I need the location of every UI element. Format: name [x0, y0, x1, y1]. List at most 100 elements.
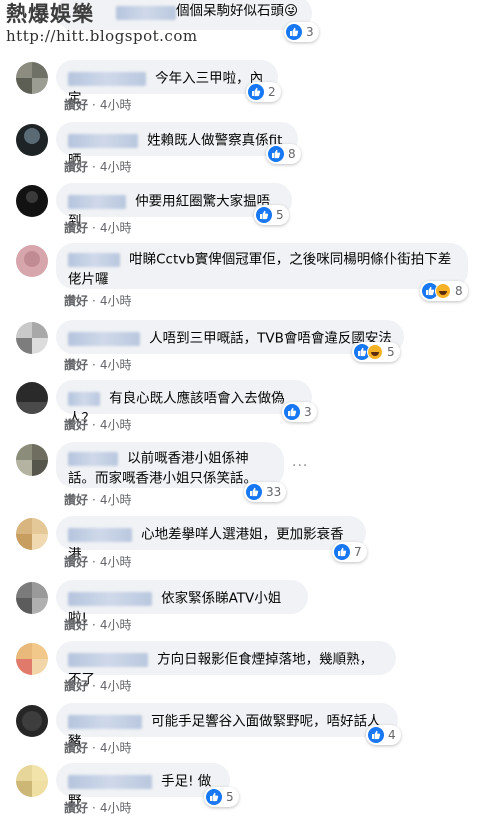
comment-text: 咁睇Cctvb實俾個冠軍佢，之後咪同楊明條仆街拍下差佬片囉 [68, 251, 452, 288]
comment-time[interactable]: 4小時 [100, 801, 132, 815]
comment-time[interactable]: 4小時 [100, 741, 132, 755]
comment-bubble: 有良心既人應該唔會入去做偽人？ [56, 380, 312, 426]
reaction-summary[interactable]: 8 [266, 144, 301, 164]
like-link[interactable]: 讚好 [64, 294, 88, 308]
commenter-name-blurred[interactable] [68, 591, 152, 606]
like-link[interactable]: 讚好 [64, 160, 88, 174]
comment-bubble: 個個呆駒好似石頭😜 [56, 0, 312, 30]
comment-time[interactable]: 4小時 [100, 618, 132, 632]
comment-actions: 讚好 · 4小時 [64, 493, 132, 507]
reaction-count: 5 [276, 208, 284, 222]
avatar[interactable] [16, 518, 48, 550]
like-icon [256, 207, 272, 223]
commenter-name-blurred[interactable] [68, 391, 100, 406]
comment-bubble: 以前嘅香港小姐係神話。而家嘅香港小姐只係笑話。 [56, 442, 284, 488]
reaction-summary[interactable]: 3 [284, 22, 319, 42]
avatar[interactable] [16, 382, 48, 414]
like-link[interactable]: 讚好 [64, 221, 88, 235]
commenter-name-blurred[interactable] [68, 133, 138, 148]
comment-actions: 讚好 · 4小時 [64, 618, 132, 632]
comment-time[interactable]: 4小時 [100, 555, 132, 569]
comment-actions: 讚好 · 4小時 [64, 160, 132, 174]
avatar[interactable] [16, 62, 48, 94]
comment-time[interactable]: 4小時 [100, 358, 132, 372]
like-link[interactable]: 讚好 [64, 801, 88, 815]
like-icon [248, 84, 264, 100]
avatar[interactable] [16, 643, 48, 675]
comment-bubble: 依家緊係睇ATV小姐啦! [56, 580, 308, 626]
more-options-icon[interactable]: ··· [292, 458, 308, 474]
reaction-count: 3 [306, 25, 314, 39]
avatar[interactable] [16, 185, 48, 217]
like-icon [334, 544, 350, 560]
comment-time[interactable]: 4小時 [100, 221, 132, 235]
reaction-summary[interactable]: 7 [332, 542, 367, 562]
reaction-summary[interactable]: 8 [420, 281, 468, 301]
haha-icon [435, 283, 451, 299]
comment-bubble: 方向日報影佢食煙掉落地，幾順熟，不了 [56, 641, 396, 687]
comment-time[interactable]: 4小時 [100, 98, 132, 112]
commenter-name-blurred[interactable] [68, 252, 120, 267]
comment-actions: 讚好 · 4小時 [64, 801, 132, 815]
like-icon [286, 24, 302, 40]
reaction-count: 8 [455, 284, 463, 298]
reaction-count: 5 [387, 345, 395, 359]
comment-actions: 讚好 · 4小時 [64, 418, 132, 432]
reaction-summary[interactable]: 5 [352, 342, 400, 362]
reaction-count: 3 [304, 405, 312, 419]
comment-time[interactable]: 4小時 [100, 160, 132, 174]
like-link[interactable]: 讚好 [64, 358, 88, 372]
haha-icon [367, 344, 383, 360]
reaction-summary[interactable]: 5 [204, 787, 239, 807]
commenter-name-blurred[interactable] [68, 527, 132, 542]
avatar[interactable] [16, 322, 48, 354]
like-link[interactable]: 讚好 [64, 555, 88, 569]
comment-bubble: 可能手足響谷入面做緊野呢，唔好話人豬 [56, 703, 398, 749]
reaction-summary[interactable]: 33 [244, 482, 287, 502]
like-link[interactable]: 讚好 [64, 741, 88, 755]
comment-actions: 讚好 · 4小時 [64, 555, 132, 569]
reaction-count: 33 [266, 485, 282, 499]
comment-time[interactable]: 4小時 [100, 418, 132, 432]
like-link[interactable]: 讚好 [64, 679, 88, 693]
reaction-count: 2 [268, 85, 276, 99]
comment-time[interactable]: 4小時 [100, 294, 132, 308]
avatar[interactable] [16, 705, 48, 737]
reaction-summary[interactable]: 5 [254, 205, 289, 225]
reaction-summary[interactable]: 4 [366, 725, 401, 745]
avatar[interactable] [16, 765, 48, 797]
reaction-summary[interactable]: 3 [282, 402, 317, 422]
like-icon [368, 727, 384, 743]
like-link[interactable]: 讚好 [64, 493, 88, 507]
reaction-summary[interactable]: 2 [246, 82, 281, 102]
commenter-name-blurred[interactable] [68, 71, 146, 86]
comment-bubble: 姓賴既人做警察真係fit晒 [56, 122, 298, 168]
comment-bubble: 今年入三甲啦，內定 [56, 60, 278, 106]
like-link[interactable]: 讚好 [64, 618, 88, 632]
commenter-name-blurred[interactable] [68, 451, 118, 466]
avatar[interactable] [16, 582, 48, 614]
commenter-name-blurred[interactable] [68, 774, 152, 789]
comment-text: 個個呆駒好似石頭😜 [176, 3, 299, 19]
watermark-url: http://hitt.blogspot.com [6, 27, 198, 45]
comment-actions: 讚好 · 4小時 [64, 221, 132, 235]
like-link[interactable]: 讚好 [64, 418, 88, 432]
avatar[interactable] [16, 245, 48, 277]
reaction-count: 8 [288, 147, 296, 161]
commenter-name-blurred[interactable] [68, 194, 126, 209]
comment-actions: 讚好 · 4小時 [64, 98, 132, 112]
commenter-name-blurred[interactable] [68, 714, 142, 729]
commenter-name-blurred[interactable] [68, 652, 148, 667]
comment-actions: 讚好 · 4小時 [64, 294, 132, 308]
avatar[interactable] [16, 444, 48, 476]
like-icon [246, 484, 262, 500]
reaction-count: 7 [354, 545, 362, 559]
like-link[interactable]: 讚好 [64, 98, 88, 112]
comment-bubble: 咁睇Cctvb實俾個冠軍佢，之後咪同楊明條仆街拍下差佬片囉 [56, 243, 468, 289]
commenter-name-blurred[interactable] [116, 6, 176, 20]
commenter-name-blurred[interactable] [68, 331, 140, 346]
comment-time[interactable]: 4小時 [100, 679, 132, 693]
comment-time[interactable]: 4小時 [100, 493, 132, 507]
comment-actions: 讚好 · 4小時 [64, 679, 132, 693]
avatar[interactable] [16, 124, 48, 156]
